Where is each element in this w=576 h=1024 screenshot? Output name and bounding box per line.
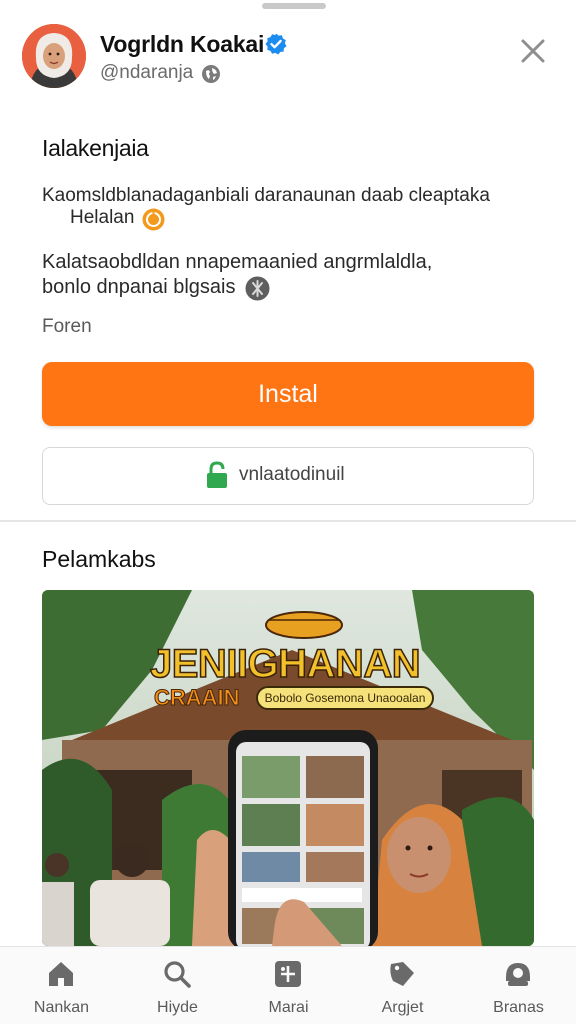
search-icon <box>164 961 191 988</box>
secondary-action-label: vnlaatodinuil <box>239 464 345 485</box>
profile-handle: @ndaranja <box>100 62 194 83</box>
banner-subtitle: CRAAIN <box>154 685 241 711</box>
divider <box>0 520 576 522</box>
tab-tags[interactable]: Argjet <box>345 947 460 1024</box>
section-title: Ialakenjaia <box>42 135 149 161</box>
tab-search-label: Hiyde <box>157 999 198 1016</box>
description-text: Kaomsldblanadaganbiali daranaunan daab c… <box>42 185 490 206</box>
description-text-continued: Helalan <box>70 207 135 228</box>
preview-image[interactable]: JENIIGHANAN CRAAIN Bobolo Gosemona Unaoo… <box>42 590 534 946</box>
banner-title: JENIIGHANAN <box>149 641 421 687</box>
profile-name: Vogrldn Koakai <box>100 31 265 57</box>
profile-header: Vogrldn Koakai @ndaranja <box>0 0 576 118</box>
meta-text: Foren <box>42 316 92 337</box>
tab-profile-label: Branas <box>493 999 544 1016</box>
tab-apps[interactable]: Marai <box>231 947 346 1024</box>
tab-profile[interactable]: Branas <box>461 947 576 1024</box>
description-text-2: Kalatsaobdldan nnapemaanied angrmlaldla, <box>42 251 433 273</box>
secondary-action-button[interactable]: vnlaatodinuil <box>42 447 534 505</box>
close-button[interactable] <box>516 34 550 68</box>
description-text-2-continued: bonlo dnpanai blgsais <box>42 276 236 298</box>
tab-apps-label: Marai <box>268 999 309 1016</box>
tag-icon <box>390 962 414 986</box>
apps-icon <box>275 961 301 987</box>
globe-icon <box>202 65 220 83</box>
tab-home[interactable]: Nankan <box>4 947 119 1024</box>
avatar[interactable] <box>22 24 86 88</box>
install-button[interactable]: Instal <box>42 362 534 426</box>
sparkle-emoji-icon <box>245 276 270 301</box>
tab-home-label: Nankan <box>33 999 90 1016</box>
preview-section-title: Pelamkabs <box>42 546 156 572</box>
profile-icon <box>506 963 530 986</box>
banner-tag: Bobolo Gosemona Unaooalan <box>256 686 434 710</box>
verified-badge-icon <box>265 33 287 55</box>
home-icon <box>49 962 73 986</box>
close-icon <box>521 39 545 63</box>
smile-emoji-icon <box>142 208 165 231</box>
tab-tags-label: Argjet <box>381 999 424 1016</box>
bottom-tab-bar: Nankan Hiyde Marai Argjet Branas <box>0 946 576 1024</box>
tab-search[interactable]: Hiyde <box>120 947 235 1024</box>
lock-icon <box>207 461 227 488</box>
